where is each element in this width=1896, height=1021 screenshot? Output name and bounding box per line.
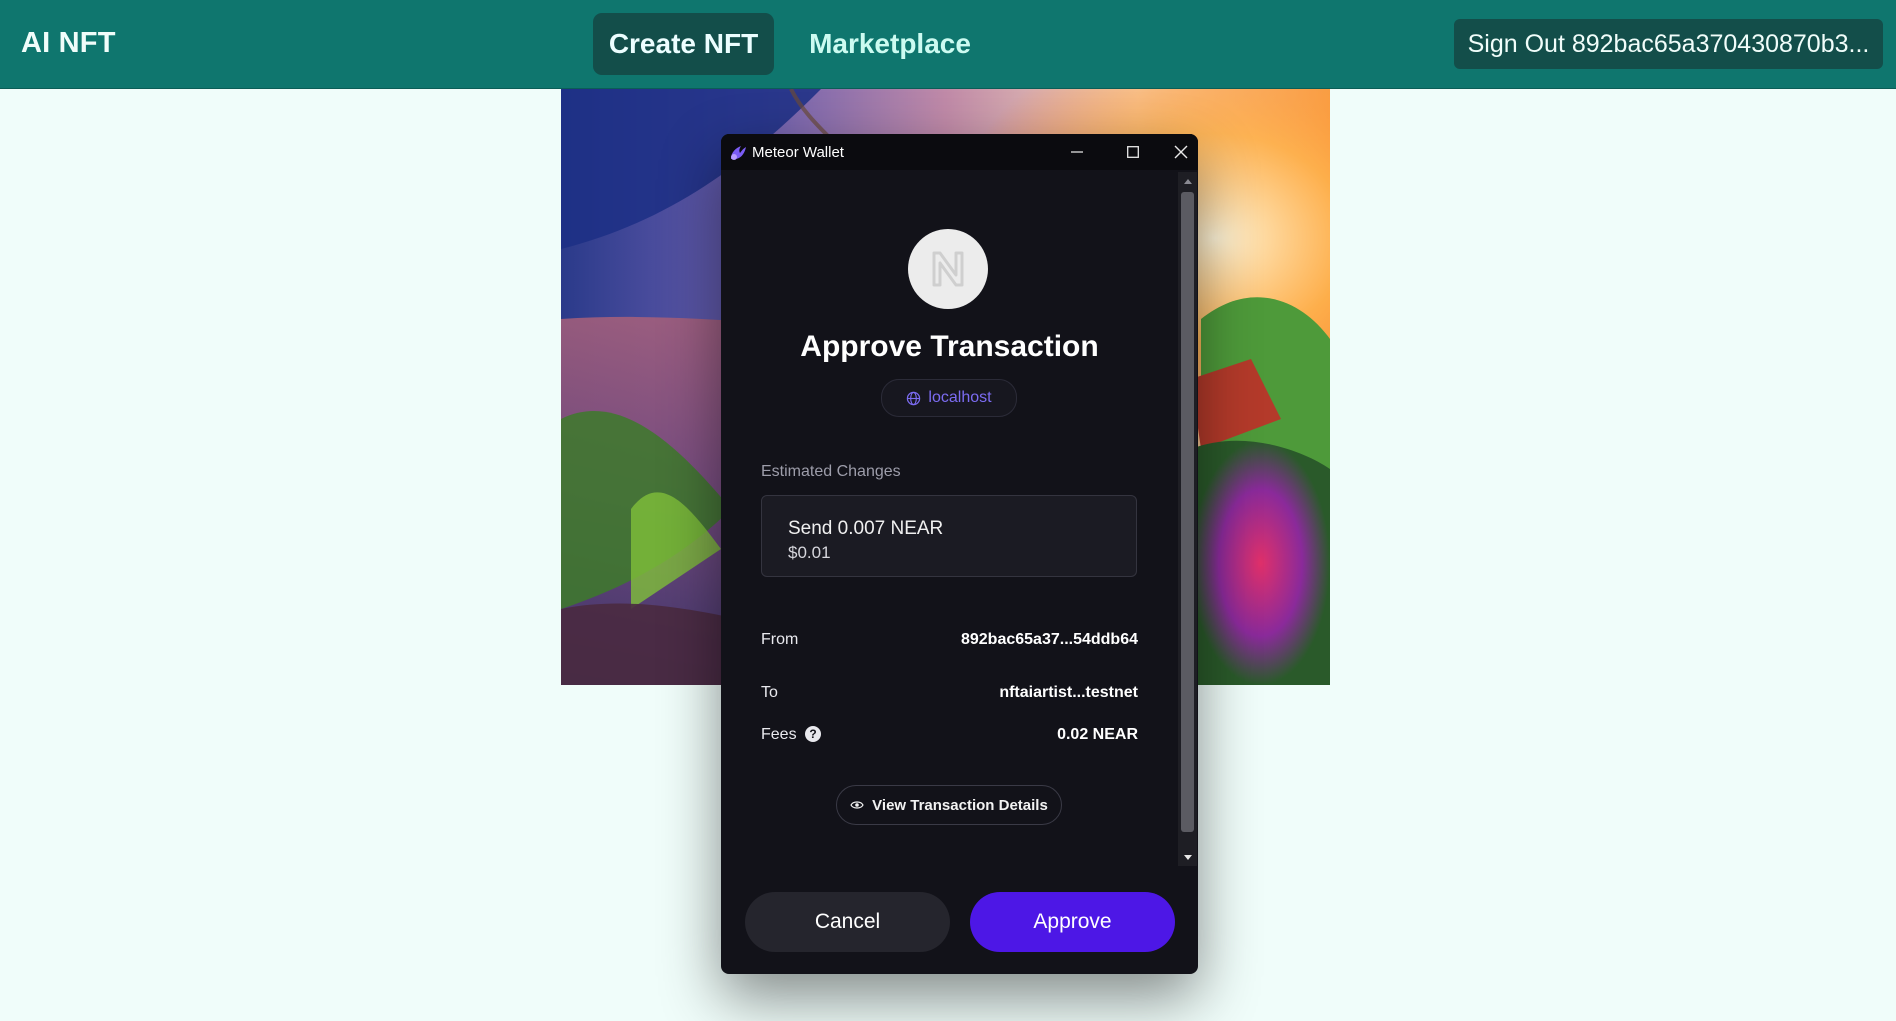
minimize-icon [1071, 151, 1083, 153]
to-value: nftaiartist...testnet [999, 684, 1138, 701]
eye-icon [850, 801, 864, 809]
maximize-button[interactable] [1108, 134, 1158, 170]
from-label: From [761, 631, 799, 648]
fees-value: 0.02 NEAR [1057, 726, 1138, 743]
scroll-thumb[interactable] [1181, 192, 1194, 832]
top-nav: AI NFT Create NFT Marketplace Sign Out 8… [0, 0, 1896, 89]
scrollbar[interactable] [1178, 172, 1197, 866]
to-label: To [761, 684, 778, 701]
marketplace-link[interactable]: Marketplace [801, 13, 979, 75]
meteor-icon [731, 146, 746, 160]
view-details-label: View Transaction Details [872, 796, 1048, 814]
fees-help-icon[interactable]: ? [805, 726, 821, 742]
view-transaction-details-button[interactable]: View Transaction Details [836, 785, 1062, 825]
from-value: 892bac65a37...54ddb64 [960, 631, 1138, 648]
window-title: Meteor Wallet [752, 144, 844, 161]
close-button[interactable] [1164, 134, 1198, 170]
cancel-button[interactable]: Cancel [745, 892, 950, 952]
close-icon [1174, 145, 1188, 159]
window-titlebar[interactable]: Meteor Wallet [721, 134, 1198, 170]
brand-logo[interactable]: AI NFT [21, 27, 116, 60]
scroll-down-arrow[interactable] [1178, 848, 1197, 866]
origin-badge: localhost [881, 379, 1017, 417]
estimated-changes-label: Estimated Changes [761, 463, 901, 480]
estimated-change-card: Send 0.007 NEAR $0.01 [761, 495, 1137, 577]
change-amount: Send 0.007 NEAR [788, 518, 944, 539]
scroll-up-arrow[interactable] [1178, 172, 1197, 190]
near-logo-icon [908, 229, 988, 309]
approve-transaction-title: Approve Transaction [800, 330, 1099, 363]
change-fiat: $0.01 [788, 543, 831, 562]
create-nft-button[interactable]: Create NFT [593, 13, 774, 75]
approve-button[interactable]: Approve [970, 892, 1175, 952]
globe-icon [907, 391, 921, 405]
sign-out-button[interactable]: Sign Out 892bac65a370430870b3... [1454, 19, 1883, 69]
meteor-wallet-window: Meteor Wallet Approve Transaction localh… [721, 134, 1198, 974]
origin-label: localhost [928, 389, 992, 406]
fees-label: Fees [761, 726, 797, 743]
maximize-icon [1127, 146, 1139, 158]
minimize-button[interactable] [1052, 134, 1102, 170]
